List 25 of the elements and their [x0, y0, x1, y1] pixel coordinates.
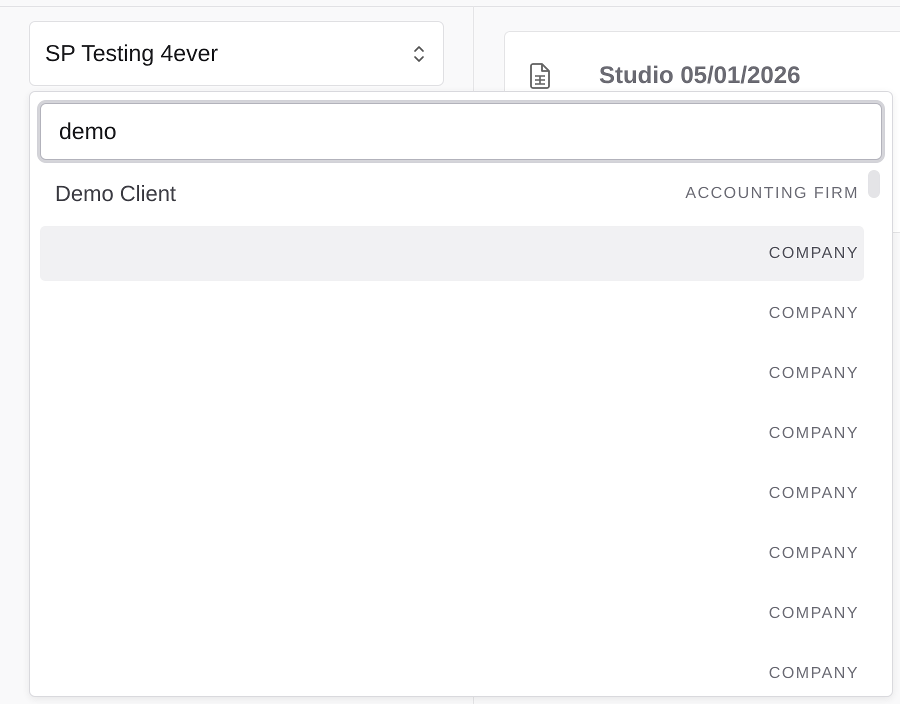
- result-item[interactable]: Demo Client ACCOUNTING FIRM: [40, 166, 864, 221]
- client-type: COMPANY: [768, 604, 859, 622]
- organization-select[interactable]: SP Testing 4ever: [29, 21, 444, 86]
- result-item[interactable]: COMPANY: [40, 526, 864, 581]
- document-title: Studio 05/01/2026: [599, 62, 800, 90]
- result-item[interactable]: COMPANY: [40, 226, 864, 281]
- result-item[interactable]: COMPANY: [40, 346, 864, 401]
- client-type: COMPANY: [768, 364, 859, 382]
- result-item[interactable]: COMPANY: [40, 646, 864, 696]
- client-type: COMPANY: [768, 304, 859, 322]
- client-type: COMPANY: [768, 484, 859, 502]
- scrollbar-thumb[interactable]: [868, 170, 880, 198]
- result-item[interactable]: COMPANY: [40, 406, 864, 461]
- result-item[interactable]: COMPANY: [40, 586, 864, 641]
- client-name: Demo Client: [55, 180, 176, 206]
- result-item[interactable]: COMPANY: [40, 466, 864, 521]
- chevron-up-down-icon: [413, 44, 425, 64]
- result-item[interactable]: COMPANY: [40, 286, 864, 341]
- client-type: COMPANY: [768, 244, 859, 262]
- client-type: COMPANY: [768, 424, 859, 442]
- client-type: ACCOUNTING FIRM: [685, 184, 859, 202]
- document-icon: [529, 63, 551, 89]
- client-type: COMPANY: [768, 544, 859, 562]
- search-field[interactable]: demo: [40, 103, 882, 160]
- client-type: COMPANY: [768, 664, 859, 682]
